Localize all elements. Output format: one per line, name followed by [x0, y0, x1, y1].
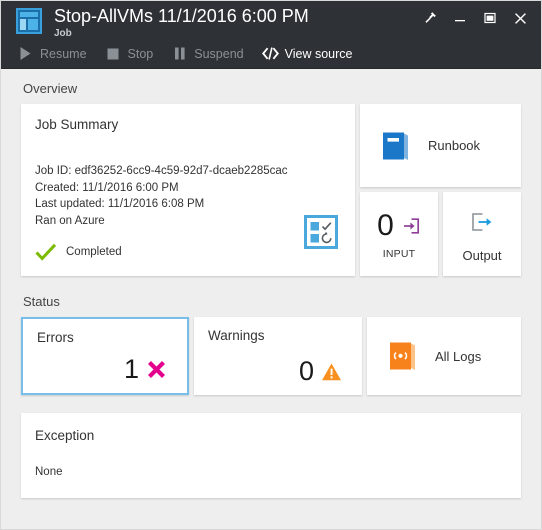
job-status-text: Completed	[66, 246, 122, 258]
exception-value: None	[35, 466, 63, 478]
orange-warning-triangle-icon	[320, 361, 342, 383]
errors-tile[interactable]: Errors 1	[21, 317, 189, 395]
job-summary-title: Job Summary	[35, 117, 119, 132]
job-id-line: Job ID: edf36252-6cc9-4c59-92d7-dcaeb228…	[35, 165, 288, 177]
output-tile[interactable]: Output	[443, 192, 521, 276]
input-label: INPUT	[382, 247, 416, 260]
job-status-row: Completed	[35, 243, 341, 261]
view-source-button[interactable]: View source	[261, 41, 353, 67]
page-subtitle: Job	[54, 28, 72, 39]
warnings-count-row: 0	[208, 358, 348, 385]
checklist-icon	[304, 215, 338, 249]
job-summary-tile[interactable]: Job Summary Job ID: edf36252-6cc9-4c59-9…	[21, 104, 355, 276]
green-check-icon	[35, 243, 57, 261]
input-count: 0	[377, 208, 394, 242]
runbook-label: Runbook	[428, 138, 481, 153]
suspend-button[interactable]: Suspend	[171, 41, 244, 67]
exception-title: Exception	[35, 428, 95, 443]
view-source-label: View source	[284, 46, 353, 61]
input-count-row: 0	[377, 209, 421, 243]
all-logs-label: All Logs	[435, 348, 482, 364]
last-updated-line: Last updated: 11/1/2016 6:08 PM	[35, 198, 205, 210]
overview-tile-row: Job Summary Job ID: edf36252-6cc9-4c59-9…	[21, 104, 521, 276]
suspend-label: Suspend	[194, 46, 244, 61]
page-title: Stop-AllVMs 11/1/2016 6:00 PM	[54, 6, 309, 26]
overview-section-label: Overview	[23, 81, 78, 96]
resume-button[interactable]: Resume	[17, 41, 87, 67]
ran-on-line: Ran on Azure	[35, 214, 105, 227]
arrow-out-of-box-icon	[469, 211, 495, 233]
code-brackets-icon	[261, 46, 279, 62]
title-text-group: Stop-AllVMs 11/1/2016 6:00 PM Job	[54, 6, 309, 40]
errors-title: Errors	[37, 330, 74, 345]
pin-icon[interactable]	[415, 5, 445, 31]
play-icon	[17, 46, 34, 62]
job-summary-details: Job ID: edf36252-6cc9-4c59-92d7-dcaeb228…	[35, 163, 341, 229]
blade-content: Overview Job Summary Job ID: edf36252-6c…	[1, 69, 541, 529]
io-tile-row: 0 INPUT Output	[360, 192, 521, 276]
all-logs-tile[interactable]: All Logs	[367, 317, 521, 395]
input-tile[interactable]: 0 INPUT	[360, 192, 438, 276]
job-blade-icon	[16, 8, 42, 34]
overview-right-column: Runbook 0 INPUT Output	[360, 104, 521, 276]
created-line: Created: 11/1/2016 6:00 PM	[35, 181, 179, 194]
command-bar: Resume Stop Suspend View source	[1, 39, 541, 69]
maximize-icon[interactable]	[475, 5, 505, 31]
status-section-label: Status	[23, 294, 60, 309]
title-bar: Stop-AllVMs 11/1/2016 6:00 PM Job	[1, 1, 541, 39]
runbook-tile[interactable]: Runbook	[360, 104, 521, 187]
warnings-title: Warnings	[208, 328, 265, 343]
exception-tile[interactable]: Exception None	[21, 413, 521, 498]
pause-icon	[171, 46, 188, 62]
close-icon[interactable]	[505, 5, 535, 31]
output-label: Output	[462, 248, 502, 263]
status-tile-row: Errors 1 Warnings 0 All Logs	[21, 317, 521, 395]
output-icon-row	[469, 205, 495, 239]
resume-label: Resume	[40, 46, 87, 61]
magenta-x-icon	[145, 359, 167, 381]
warnings-count: 0	[298, 356, 314, 386]
job-blade-window: Stop-AllVMs 11/1/2016 6:00 PM Job Resume…	[0, 0, 542, 530]
errors-count: 1	[123, 354, 139, 384]
window-controls	[415, 5, 535, 31]
arrow-into-box-icon	[401, 216, 421, 236]
stop-label: Stop	[127, 46, 154, 61]
blue-book-icon	[381, 130, 411, 162]
errors-count-row: 1	[37, 356, 173, 383]
warnings-tile[interactable]: Warnings 0	[194, 317, 362, 395]
stop-square-icon	[105, 46, 122, 62]
stop-button[interactable]: Stop	[105, 41, 154, 67]
minimize-icon[interactable]	[445, 5, 475, 31]
orange-logs-book-icon	[388, 340, 418, 372]
